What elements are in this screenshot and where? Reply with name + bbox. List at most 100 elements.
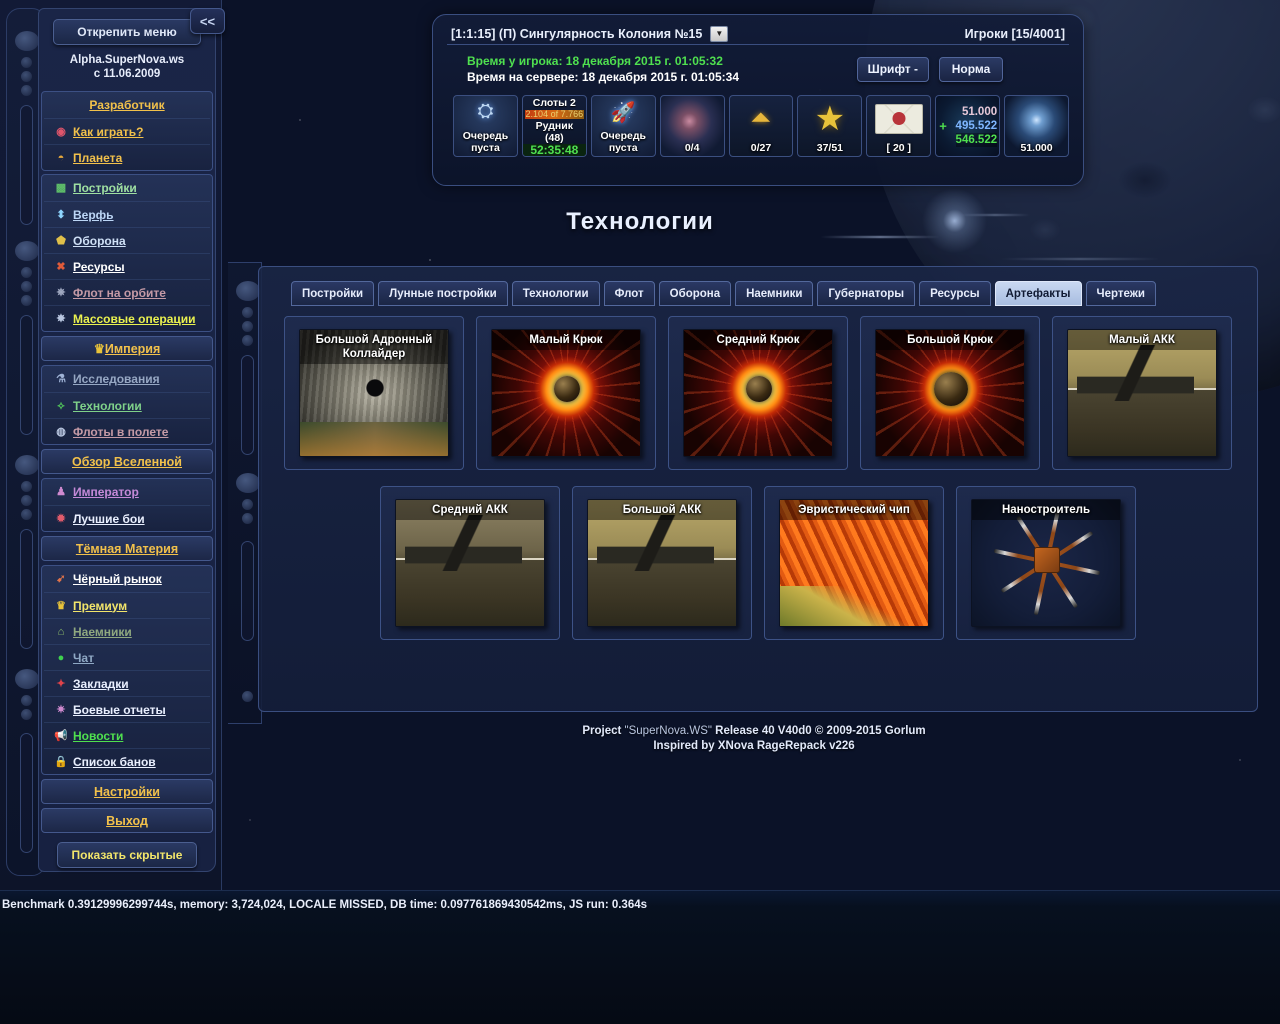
rail-node bbox=[15, 455, 39, 475]
artifact-card[interactable]: Большой Адронный Коллайдер bbox=[284, 316, 464, 470]
tile-value: 51.000 bbox=[1020, 142, 1053, 154]
dark-matter-tile[interactable]: +51.000 495.522 546.522 bbox=[935, 95, 1001, 157]
chevron-down-icon[interactable]: ▼ bbox=[710, 25, 729, 42]
site-title-line1: Alpha.SuperNova.ws bbox=[69, 54, 185, 66]
emperor-icon: ♟ bbox=[56, 486, 66, 498]
crystal-tile[interactable]: 51.000 bbox=[1004, 95, 1070, 157]
mine-slots-tile[interactable]: Слоты 2 2.104 of 7.766 Рудник (48) 52:35:48 bbox=[521, 95, 587, 157]
sidebar-item-разработчик[interactable]: Разработчик bbox=[44, 92, 210, 118]
sidebar-item-empire[interactable]: ♛ Империя bbox=[41, 336, 213, 361]
sidebar-item-label: Массовые операции bbox=[73, 311, 196, 326]
tab-чертежи[interactable]: Чертежи bbox=[1085, 281, 1156, 306]
artifact-title: Малый АКК bbox=[1068, 330, 1216, 350]
sidebar-item-как-играть[interactable]: ◉ Как играть? bbox=[44, 118, 210, 144]
artifact-thumb: Наностроитель bbox=[971, 499, 1121, 627]
rail-node bbox=[236, 281, 260, 301]
sidebar-item-список-банов[interactable]: 🔒 Список банов bbox=[44, 748, 210, 774]
rail-slot bbox=[241, 541, 254, 641]
tab-артефакты[interactable]: Артефакты bbox=[994, 281, 1082, 306]
artifact-image-holder: Большой Адронный Коллайдер bbox=[300, 330, 448, 456]
sidebar-item-боевые-отчеты[interactable]: ✷ Боевые отчеты bbox=[44, 696, 210, 722]
sidebar-item-закладки[interactable]: ✦ Закладки bbox=[44, 670, 210, 696]
footer-line-1: Project "SuperNova.WS" Release 40 V40d0 … bbox=[228, 724, 1280, 739]
market-icon: ➹ bbox=[56, 573, 66, 585]
artifact-card[interactable]: Малый Крюк bbox=[476, 316, 656, 470]
sidebar-item-флоты-в-полете[interactable]: ◍ Флоты в полете bbox=[44, 418, 210, 444]
tab-ресурсы[interactable]: Ресурсы bbox=[919, 281, 991, 306]
artifact-card[interactable]: Средний АКК bbox=[380, 486, 560, 640]
shipyard-queue-tile[interactable]: 🚀 Очередь пуста bbox=[590, 95, 656, 157]
sidebar-item-флот-на-орбите[interactable]: ✵ Флот на орбите bbox=[44, 279, 210, 305]
artifact-image-holder: Малый АКК bbox=[1068, 330, 1216, 456]
tab-оборона[interactable]: Оборона bbox=[658, 281, 732, 306]
sidebar-item-settings[interactable]: Настройки bbox=[41, 779, 213, 804]
tab-технологии[interactable]: Технологии bbox=[511, 281, 600, 306]
mass-ops-icon: ✸ bbox=[56, 312, 66, 325]
tile-value: [ 20 ] bbox=[886, 142, 912, 154]
normal-view-button[interactable]: Норма bbox=[939, 56, 1003, 82]
tab-губернаторы[interactable]: Губернаторы bbox=[817, 281, 916, 306]
best-battles-icon: ✹ bbox=[56, 512, 66, 525]
sidebar-item-постройки[interactable]: ▩ Постройки bbox=[44, 175, 210, 201]
artifact-card[interactable]: Малый АКК bbox=[1052, 316, 1232, 470]
sidebar: Открепить меню Alpha.SuperNova.ws с 11.0… bbox=[38, 8, 216, 872]
artifact-card[interactable]: Большой АКК bbox=[572, 486, 752, 640]
rail-node bbox=[15, 241, 39, 261]
sidebar-item-новости[interactable]: 📢 Новости bbox=[44, 722, 210, 748]
tab-label: Флот bbox=[614, 287, 644, 300]
unpin-menu-button[interactable]: Открепить меню bbox=[53, 19, 201, 45]
artifact-card[interactable]: Средний Крюк bbox=[668, 316, 848, 470]
sidebar-item-премиум[interactable]: ♛ Премиум bbox=[44, 592, 210, 618]
tile-value: 37/51 bbox=[816, 142, 844, 154]
sidebar-item-исследования[interactable]: ⚗ Исследования bbox=[44, 366, 210, 392]
artifact-thumb: Большой Адронный Коллайдер bbox=[299, 329, 449, 457]
rail-dot bbox=[21, 295, 32, 306]
mine-progress-text: 2.104 of 7.766 bbox=[525, 109, 584, 119]
show-hidden-button[interactable]: Показать скрытые bbox=[57, 842, 197, 868]
artifact-card[interactable]: Наностроитель bbox=[956, 486, 1136, 640]
footer-project: Project bbox=[582, 725, 625, 737]
expedition-tile[interactable]: 0/4 bbox=[659, 95, 725, 157]
fleet-tile[interactable]: ⏶ 0/27 bbox=[728, 95, 794, 157]
sidebar-item-ресурсы[interactable]: ✖ Ресурсы bbox=[44, 253, 210, 279]
sidebar-item-чат[interactable]: ● Чат bbox=[44, 644, 210, 670]
building-queue-tile[interactable]: ⛭ Очередь пуста bbox=[453, 95, 518, 157]
planet-selector[interactable]: [1:1:15] (П) Сингулярность Колония №15 ▼ bbox=[451, 25, 729, 42]
sidebar-item-label: Премиум bbox=[73, 598, 128, 613]
artifact-card[interactable]: Большой Крюк bbox=[860, 316, 1040, 470]
slots-title: Слоты 2 bbox=[532, 97, 576, 109]
tile-line1: Очередь bbox=[462, 130, 509, 142]
sidebar-item-universe[interactable]: Обзор Вселенной bbox=[41, 449, 213, 474]
tab-лунные-постройки[interactable]: Лунные постройки bbox=[378, 281, 508, 306]
sidebar-item-dark-matter[interactable]: Тёмная Материя bbox=[41, 536, 213, 561]
sidebar-item-наемники[interactable]: ⌂ Наемники bbox=[44, 618, 210, 644]
sidebar-item-label: Боевые отчеты bbox=[73, 702, 166, 717]
benchmark-bar: Benchmark 0.39129996299744s, memory: 3,7… bbox=[0, 890, 1280, 1024]
sidebar-item-массовые-операции[interactable]: ✸ Массовые операции bbox=[44, 305, 210, 331]
tab-постройки[interactable]: Постройки bbox=[291, 281, 375, 306]
sidebar-item-лучшие-бои[interactable]: ✹ Лучшие бои bbox=[44, 505, 210, 531]
messages-tile[interactable]: [ 20 ] bbox=[866, 95, 932, 157]
tab-label: Лунные постройки bbox=[389, 287, 497, 300]
top-status-panel: [1:1:15] (П) Сингулярность Колония №15 ▼… bbox=[432, 14, 1084, 186]
artifact-card[interactable]: Эвристический чип bbox=[764, 486, 944, 640]
tab-наемники[interactable]: Наемники bbox=[735, 281, 814, 306]
collapse-menu-button[interactable]: << bbox=[190, 8, 225, 34]
sidebar-item-император[interactable]: ♟ Император bbox=[44, 479, 210, 505]
rocket-icon: 🚀 bbox=[610, 102, 636, 124]
sidebar-item-технологии[interactable]: ⟡ Технологии bbox=[44, 392, 210, 418]
game-page: Открепить меню Alpha.SuperNova.ws с 11.0… bbox=[0, 0, 1280, 1024]
artifact-grid: Большой Адронный Коллайдер Малый Крюк Сред… bbox=[259, 306, 1257, 640]
officers-tile[interactable]: ★ 37/51 bbox=[797, 95, 863, 157]
font-decrease-button[interactable]: Шрифт - bbox=[856, 56, 929, 82]
flask-icon: ⚗ bbox=[56, 373, 66, 385]
sidebar-item-планета[interactable]: ◓ Планета bbox=[44, 144, 210, 170]
mine-timer: 52:35:48 bbox=[522, 144, 586, 156]
news-icon: 📢 bbox=[54, 729, 68, 742]
tech-icon: ⟡ bbox=[57, 399, 65, 412]
artifact-thumb: Большой Крюк bbox=[875, 329, 1025, 457]
sidebar-item-exit[interactable]: Выход bbox=[41, 808, 213, 833]
tab-флот[interactable]: Флот bbox=[603, 281, 655, 306]
rail-slot bbox=[20, 529, 33, 649]
sidebar-item-чёрный-рынок[interactable]: ➹ Чёрный рынок bbox=[44, 566, 210, 592]
